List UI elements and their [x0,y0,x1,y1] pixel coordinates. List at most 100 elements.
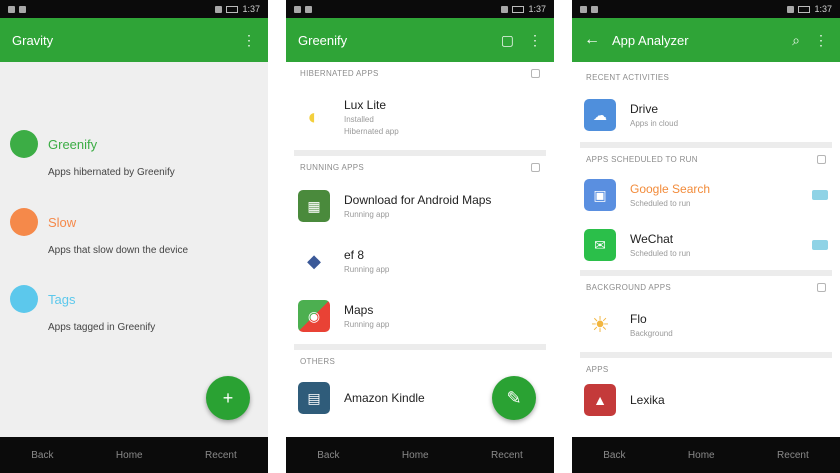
signal-icon [787,5,795,13]
hibernate-icon[interactable]: ▢ [501,32,514,49]
nav-bar: Back Home Recent [572,437,840,473]
legend-label: Slow [48,214,77,230]
notification-icon [294,5,301,13]
item-subtitle: Installed [344,115,374,124]
status-time: 1:37 [814,4,832,14]
add-button[interactable]: + [206,376,250,420]
list-item[interactable]: ☁ Drive Apps in cloud [572,88,840,142]
status-bar: 1:37 [0,0,268,18]
item-subtitle: Running app [344,320,390,329]
lux-icon: ◐ [298,101,330,133]
section-label: BACKGROUND APPS [586,282,671,292]
select-all-checkbox[interactable] [531,68,540,78]
home-button[interactable]: Home [688,450,715,461]
section-label: RUNNING APPS [300,162,365,172]
home-button[interactable]: Home [402,450,429,461]
page-title: Gravity [12,32,54,48]
section-header: OTHERS [286,350,554,372]
section-label: APPS SCHEDULED TO RUN [586,154,698,164]
menu-icon[interactable]: ⋮ [528,32,542,49]
section-header: RECENT ACTIVITIES [572,66,840,88]
orange-dot-icon [10,208,38,236]
map-download-icon: ▦ [298,190,330,222]
list-item[interactable]: ☀ Flo Background [572,298,840,352]
maps-icon: ◉ [298,300,330,332]
status-bar: 1:37 [572,0,840,18]
legend-item: Tags Apps tagged in Greenify [10,285,254,335]
select-all-checkbox[interactable] [817,282,826,292]
list-item[interactable]: ◐ Lux Lite Installed Hibernated app [286,84,554,150]
select-all-checkbox[interactable] [817,154,826,164]
item-subtitle: Scheduled to run [630,199,691,208]
legend-description: Apps hibernated by Greenify [48,167,175,178]
status-bar: 1:37 [286,0,554,18]
screen-app-analyzer: 1:37 ← App Analyzer ⌕ ⋮ RECENT ACTIVITIE… [572,0,840,473]
notification-icon [19,5,26,13]
list-item[interactable]: ◉ Maps Running app [286,288,554,344]
add-icon: + [222,387,234,408]
menu-icon[interactable]: ⋮ [242,32,256,49]
notification-icon [580,5,587,13]
app-bar: Greenify ▢ ⋮ [286,18,554,62]
kindle-icon: ▤ [298,382,330,414]
section-label: HIBERNATED APPS [300,68,379,78]
item-subtitle: Background [630,329,673,338]
recent-button[interactable]: Recent [491,450,523,461]
item-subtitle: Scheduled to run [630,249,691,258]
recent-button[interactable]: Recent [205,450,237,461]
wechat-icon: ✉ [584,229,616,261]
item-name: Maps [344,303,374,317]
schedule-toggle[interactable] [812,240,828,250]
page-title: App Analyzer [612,32,689,48]
item-name: WeChat [630,232,674,246]
item-name: Google Search [630,182,711,196]
nav-bar: Back Home Recent [286,437,554,473]
green-dot-icon [10,130,38,158]
status-time: 1:37 [528,4,546,14]
back-button[interactable]: Back [317,450,339,461]
status-time: 1:37 [242,4,260,14]
section-header: RUNNING APPS [286,156,554,178]
list-item[interactable]: ✉ WeChat Scheduled to run [572,220,840,270]
list-item[interactable]: ◆ ef 8 Running app [286,234,554,288]
battery-icon [512,5,525,13]
app-bar: ← App Analyzer ⌕ ⋮ [572,18,840,62]
screen-greenify-list: 1:37 Greenify ▢ ⋮ HIBERNATED APPS ◐ Lux … [286,0,554,473]
signal-icon [215,5,223,13]
screen-legend: 1:37 Gravity ⋮ Greenify Apps hibernated … [0,0,268,473]
signal-icon [501,5,509,13]
item-subtitle: Hibernated app [344,127,399,136]
list-item[interactable]: ▣ Google Search Scheduled to run [572,170,840,220]
back-button[interactable]: Back [603,450,625,461]
battery-icon [798,5,811,13]
section-label: OTHERS [300,356,336,366]
sun-icon: ☀ [584,309,616,341]
home-button[interactable]: Home [116,450,143,461]
drive-icon: ☁ [584,99,616,131]
blue-dot-icon [10,285,38,313]
legend-item: Greenify Apps hibernated by Greenify [10,130,254,180]
back-arrow-icon[interactable]: ← [584,31,600,49]
edit-button[interactable]: ✎ [492,376,536,420]
ef-icon: ◆ [298,245,330,277]
search-icon[interactable]: ⌕ [792,32,800,49]
legend-description: Apps that slow down the device [48,245,189,256]
legend-item: Slow Apps that slow down the device [10,208,254,258]
list-item[interactable]: ▲ Lexika [572,380,840,420]
nav-bar: Back Home Recent [0,437,268,473]
schedule-toggle[interactable] [812,190,828,200]
recent-button[interactable]: Recent [777,450,809,461]
item-subtitle: Apps in cloud [630,119,679,128]
section-header: BACKGROUND APPS [572,276,840,298]
legend-label: Greenify [48,136,98,152]
back-button[interactable]: Back [31,450,53,461]
item-name: Drive [630,102,659,116]
page-title: Greenify [298,32,348,48]
list-item[interactable]: ▦ Download for Android Maps Running app [286,178,554,234]
select-all-checkbox[interactable] [531,162,540,172]
section-label: APPS [586,364,609,374]
item-subtitle: Running app [344,210,390,219]
lexika-icon: ▲ [584,384,616,416]
menu-icon[interactable]: ⋮ [814,32,828,49]
section-header: APPS SCHEDULED TO RUN [572,148,840,170]
